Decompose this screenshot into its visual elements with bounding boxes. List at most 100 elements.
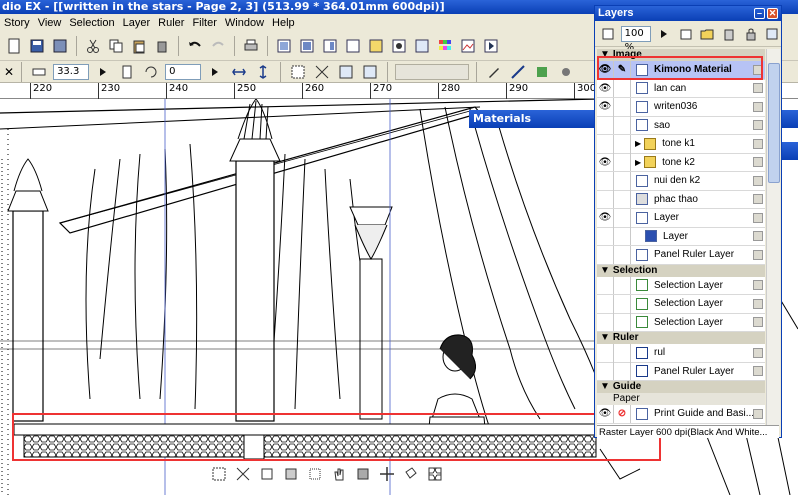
eye-icon[interactable]: 👁	[597, 404, 614, 423]
layer-option-button[interactable]	[753, 101, 763, 112]
menu-help[interactable]: Help	[268, 17, 299, 29]
dropdown-arrow-icon[interactable]	[205, 62, 225, 82]
section-ruler-header[interactable]: ▼ Ruler	[597, 332, 765, 344]
pen-icon[interactable]: ✎	[614, 60, 631, 79]
layer-option-button[interactable]	[753, 64, 763, 75]
pen-icon[interactable]	[614, 362, 631, 381]
eye-icon[interactable]	[597, 313, 614, 332]
window-button[interactable]	[780, 110, 798, 128]
layer-option-button[interactable]	[753, 194, 763, 205]
tone-apply-icon[interactable]	[354, 465, 372, 483]
layer-option-button[interactable]	[753, 298, 763, 309]
layer-option-button[interactable]	[753, 83, 763, 94]
layer-list-icon[interactable]	[599, 24, 617, 44]
layers-scrollbar[interactable]	[766, 49, 780, 425]
zoom-field[interactable]: 33.3	[53, 63, 90, 80]
tone-tool-icon[interactable]	[532, 62, 552, 82]
pen-icon[interactable]	[614, 313, 631, 332]
tone-icon[interactable]	[389, 36, 409, 56]
eye-icon[interactable]	[597, 171, 614, 190]
eye-icon[interactable]	[597, 116, 614, 135]
pen-icon[interactable]	[614, 79, 631, 98]
scale-icon[interactable]	[234, 465, 252, 483]
page-icon[interactable]	[117, 62, 137, 82]
bucket-icon[interactable]	[402, 465, 420, 483]
layer-folder-row[interactable]: 👁 ▶ tone k2	[597, 153, 765, 172]
layer-option-button[interactable]	[753, 366, 763, 377]
undo-icon[interactable]	[185, 36, 205, 56]
layer-option-button[interactable]	[753, 280, 763, 291]
eye-icon[interactable]: 👁	[597, 97, 614, 116]
layer-row[interactable]: nui den k2	[597, 171, 765, 191]
ruler-tool-icon[interactable]	[29, 62, 49, 82]
new-folder-icon[interactable]	[699, 24, 717, 44]
eye-icon[interactable]: 👁	[597, 208, 614, 227]
scrollbar-thumb[interactable]	[768, 63, 780, 183]
color-palette-icon[interactable]	[435, 36, 455, 56]
ruler-line-icon[interactable]	[508, 62, 528, 82]
menu-selection[interactable]: Selection	[65, 17, 118, 29]
layer-row[interactable]: 👁 Layer	[597, 208, 765, 228]
pen-icon[interactable]	[614, 97, 631, 116]
eye-icon[interactable]	[597, 227, 614, 246]
eye-icon[interactable]	[597, 245, 614, 264]
window-icon[interactable]	[343, 36, 363, 56]
flip-horizontal-icon[interactable]	[229, 62, 249, 82]
selection-layer-row[interactable]: Selection Layer	[597, 294, 765, 314]
pen-icon[interactable]	[614, 171, 631, 190]
expand-arrow-icon[interactable]: ▶	[635, 158, 641, 167]
pattern-icon[interactable]	[426, 465, 444, 483]
fill-select-icon[interactable]	[282, 465, 300, 483]
section-selection-header[interactable]: ▼ Selection	[597, 264, 765, 277]
pen-icon[interactable]	[614, 294, 631, 313]
move-icon[interactable]	[378, 465, 396, 483]
pen-icon[interactable]: ⊘	[614, 404, 631, 423]
eye-icon[interactable]	[597, 343, 614, 362]
paste-icon[interactable]	[129, 36, 149, 56]
expand-arrow-icon[interactable]: ▶	[635, 139, 641, 148]
transform-icon[interactable]	[360, 62, 380, 82]
hand-icon[interactable]	[330, 465, 348, 483]
menu-window[interactable]: Window	[221, 17, 268, 29]
window-button[interactable]	[780, 142, 798, 160]
ruler-layer-row[interactable]: rul	[597, 343, 765, 363]
pen-icon[interactable]	[614, 153, 631, 172]
layer-option-button[interactable]	[753, 138, 763, 149]
section-paper-header[interactable]: Paper	[597, 393, 765, 405]
menu-filter[interactable]: Filter	[188, 17, 220, 29]
page-view2-icon[interactable]	[297, 36, 317, 56]
pen-icon[interactable]	[614, 245, 631, 264]
layer-option-button[interactable]	[753, 249, 763, 260]
eye-icon[interactable]	[597, 362, 614, 381]
layer-row[interactable]: Layer	[597, 227, 765, 246]
pen-icon[interactable]	[614, 208, 631, 227]
layer-option-button[interactable]	[753, 347, 763, 358]
materials-window[interactable]: Materials	[469, 110, 595, 128]
layer-row[interactable]: 👁 lan can	[597, 79, 765, 98]
menu-ruler[interactable]: Ruler	[154, 17, 188, 29]
transform-icon[interactable]	[336, 62, 356, 82]
cut-icon[interactable]	[83, 36, 103, 56]
layers-zoom-field[interactable]: 100 %	[620, 25, 652, 53]
layer-option-button[interactable]	[753, 157, 763, 168]
layer-option-button[interactable]	[753, 120, 763, 131]
flip-vertical-icon[interactable]	[253, 62, 273, 82]
layer-option-button[interactable]	[753, 408, 763, 419]
page-view-icon[interactable]	[274, 36, 294, 56]
pen-icon[interactable]	[614, 190, 631, 209]
new-layer-icon[interactable]	[677, 24, 695, 44]
clear-icon[interactable]	[152, 36, 172, 56]
eye-icon[interactable]: 👁	[597, 60, 614, 79]
save-as-icon[interactable]	[50, 36, 70, 56]
pen-icon[interactable]	[614, 134, 631, 153]
lock-icon[interactable]	[742, 24, 760, 44]
eye-icon[interactable]	[597, 190, 614, 209]
pen-pad-icon[interactable]	[366, 36, 386, 56]
pen-tool-icon[interactable]	[484, 62, 504, 82]
empty-field[interactable]	[395, 63, 470, 80]
eye-icon[interactable]: 👁	[597, 153, 614, 172]
dropdown-arrow-icon[interactable]	[93, 62, 113, 82]
page-view3-icon[interactable]	[320, 36, 340, 56]
navigator-icon[interactable]	[412, 36, 432, 56]
layer-option-button[interactable]	[753, 231, 763, 242]
